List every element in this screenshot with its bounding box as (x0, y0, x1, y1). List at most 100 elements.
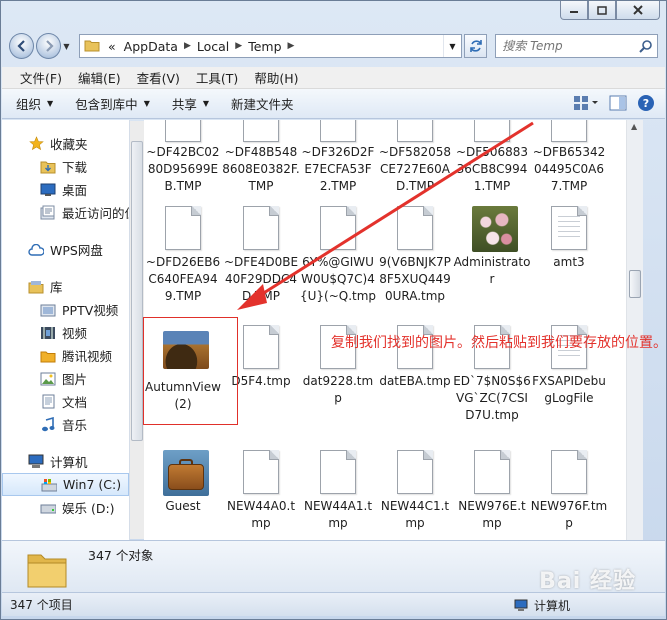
back-button[interactable] (9, 33, 35, 59)
file-item[interactable]: Guest (144, 450, 222, 515)
file-icon-wrap (163, 450, 209, 496)
nav-pptv-video[interactable]: PPTV视频 (2, 298, 129, 321)
file-icon-wrap (241, 450, 281, 496)
include-library-label: 包含到库中 (75, 97, 138, 112)
forward-button[interactable] (36, 33, 62, 59)
nav-drive-c[interactable]: Win7 (C:) (2, 473, 129, 496)
file-item[interactable]: NEW44C1.tmp (376, 450, 454, 532)
file-icon (243, 450, 279, 494)
file-item[interactable]: NEW976F.tmp (530, 450, 608, 532)
file-item[interactable]: ~DFE4D0BE40F29DDC4D.TMP (222, 206, 300, 305)
file-name: NEW44A0.tmp (226, 499, 296, 530)
file-icon (320, 206, 356, 250)
library-folder-icon (40, 302, 56, 318)
music-icon (40, 417, 56, 433)
file-item[interactable]: ~DF42BC0280D95699EB.TMP (144, 120, 222, 195)
nav-downloads[interactable]: 下载 (2, 155, 129, 178)
nav-videos[interactable]: 视频 (2, 321, 129, 344)
file-item[interactable]: Administrator (453, 206, 531, 288)
file-name: ~DF48B5488608E0382F.TMP (222, 145, 300, 193)
view-options-icon[interactable] (573, 95, 599, 111)
nav-favorites[interactable]: 收藏夹 (2, 132, 129, 155)
nav-music[interactable]: 音乐 (2, 413, 129, 436)
search-icon[interactable] (639, 39, 653, 53)
preview-pane-icon[interactable] (609, 95, 627, 111)
close-button[interactable] (616, 1, 660, 20)
nav-documents[interactable]: 文档 (2, 390, 129, 413)
nav-scroll-thumb[interactable] (131, 141, 143, 441)
file-icon (397, 206, 433, 250)
nav-documents-label: 文档 (62, 395, 88, 410)
nav-drive-d[interactable]: 娱乐 (D:) (2, 496, 129, 519)
address-bar[interactable]: « AppData ▶ Local ▶ Temp ▶ ▼ (79, 34, 462, 58)
nav-scrollbar[interactable] (130, 121, 144, 539)
address-dropdown[interactable]: ▼ (443, 35, 461, 57)
file-list-scrollbar[interactable]: ▲ (626, 120, 643, 540)
include-in-library-button[interactable]: 包含到库中 ▼ (75, 94, 150, 113)
breadcrumb-local[interactable]: Local (193, 39, 233, 54)
highlight-box (143, 317, 238, 425)
organize-button[interactable]: 组织 ▼ (16, 94, 53, 113)
refresh-button[interactable] (464, 34, 488, 58)
explorer-window: ▼ « AppData ▶ Local ▶ Temp ▶ ▼ 文件(F) 编辑(… (0, 0, 667, 620)
file-name: ~DF582058CE727E60AD.TMP (378, 145, 451, 193)
file-item[interactable]: NEW44A0.tmp (222, 450, 300, 532)
breadcrumb-appdata[interactable]: AppData (120, 39, 182, 54)
scroll-up-icon[interactable]: ▲ (631, 122, 637, 131)
menu-edit[interactable]: 编辑(E) (70, 68, 129, 87)
caption-buttons (560, 1, 660, 20)
menu-tools[interactable]: 工具(T) (188, 68, 246, 87)
file-list-scroll-thumb[interactable] (629, 270, 641, 298)
file-item[interactable]: ~DFD26EB6C640FEA949.TMP (144, 206, 222, 305)
file-item[interactable]: ~DFB6534204495C0A67.TMP (530, 120, 608, 195)
file-item[interactable]: 9(V6BNJK7P8F5XUQ4490URA.tmp (376, 206, 454, 305)
new-folder-button[interactable]: 新建文件夹 (231, 94, 294, 113)
nav-desktop[interactable]: 桌面 (2, 178, 129, 201)
menu-file[interactable]: 文件(F) (12, 68, 70, 87)
file-item[interactable]: ~DF48B5488608E0382F.TMP (222, 120, 300, 195)
file-item[interactable]: ~DF326D2FE7ECFA53F2.TMP (299, 120, 377, 195)
file-icon (397, 120, 433, 142)
share-button[interactable]: 共享 ▼ (172, 94, 209, 113)
nav-wps-cloud[interactable]: WPS网盘 (2, 238, 129, 261)
file-item[interactable]: amt3 (530, 206, 608, 271)
file-item[interactable]: ~DF50688336CB8C9941.TMP (453, 120, 531, 195)
menu-help[interactable]: 帮助(H) (246, 68, 306, 87)
address-prefix[interactable]: « (104, 39, 120, 54)
watermark: Bai 经验 (539, 569, 636, 594)
chevron-right-icon[interactable]: ▶ (182, 41, 193, 51)
nav-libraries[interactable]: 库 (2, 275, 129, 298)
file-item[interactable]: NEW976E.tmp (453, 450, 531, 532)
file-item[interactable]: NEW44A1.tmp (299, 450, 377, 532)
menu-view[interactable]: 查看(V) (129, 68, 188, 87)
file-item[interactable]: 6Y%@GIWUW0U$Q7C)4{U}(~Q.tmp (299, 206, 377, 305)
nav-tencent-video[interactable]: 腾讯视频 (2, 344, 129, 367)
help-icon[interactable]: ? (637, 94, 655, 112)
nav-computer[interactable]: 计算机 (2, 450, 129, 473)
chevron-right-icon[interactable]: ▶ (233, 41, 244, 51)
file-name: FXSAPIDebugLogFile (532, 374, 606, 405)
recent-pages-dropdown[interactable]: ▼ (63, 42, 75, 51)
nav-pictures[interactable]: 图片 (2, 367, 129, 390)
file-name: ~DFB6534204495C0A67.TMP (532, 145, 606, 193)
file-item[interactable]: ~DF582058CE727E60AD.TMP (376, 120, 454, 195)
tencent-video-folder-icon (40, 348, 56, 364)
file-icon (551, 120, 587, 142)
nav-recent-places-label: 最近访问的位置 (62, 206, 129, 221)
minimize-button[interactable] (560, 1, 588, 20)
file-icon (243, 120, 279, 142)
file-icon (243, 206, 279, 250)
computer-icon (28, 454, 44, 470)
file-name: NEW44A1.tmp (303, 499, 373, 530)
search-input[interactable] (502, 39, 633, 53)
minimize-icon (570, 11, 578, 13)
status-location-label: 计算机 (534, 599, 571, 613)
chevron-right-icon[interactable]: ▶ (286, 41, 297, 51)
maximize-button[interactable] (588, 1, 616, 20)
breadcrumb-temp[interactable]: Temp (244, 39, 285, 54)
object-count: 347 个对象 (88, 548, 154, 563)
file-icon-wrap (549, 450, 589, 496)
file-icon (320, 120, 356, 142)
recent-places-icon (40, 205, 56, 221)
nav-recent-places[interactable]: 最近访问的位置 (2, 201, 129, 224)
